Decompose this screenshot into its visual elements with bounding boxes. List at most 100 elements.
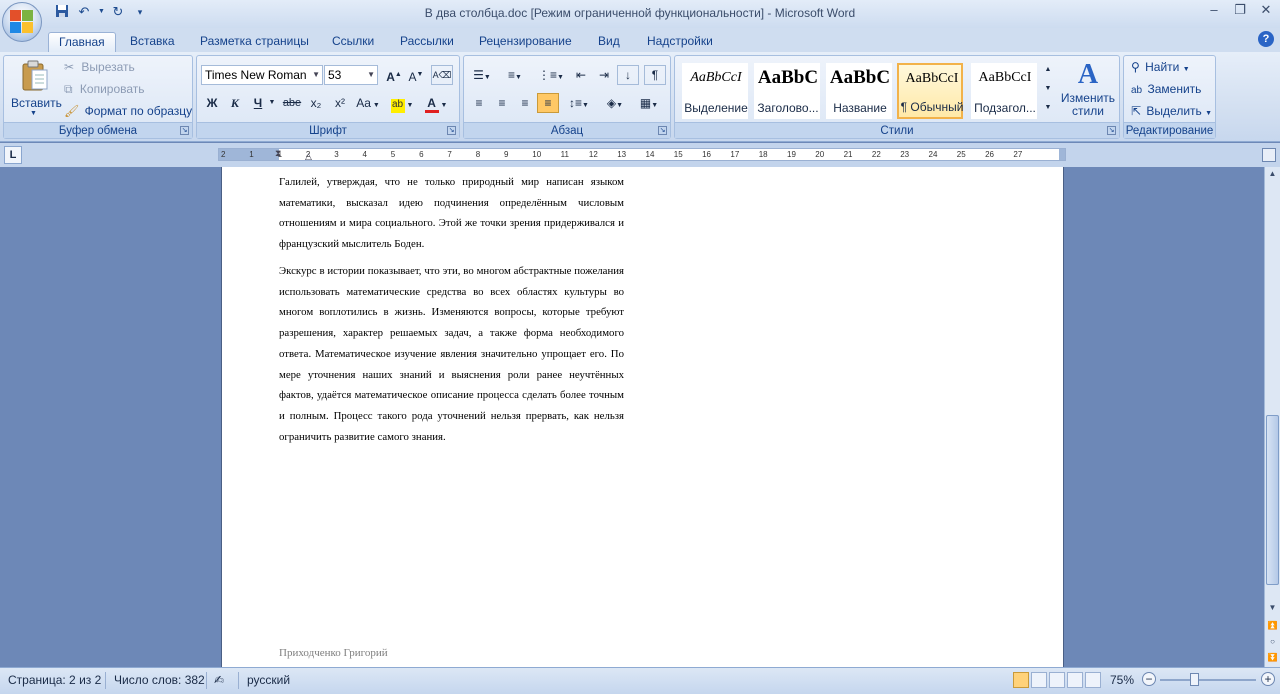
zoom-slider[interactable] <box>1160 679 1256 681</box>
restore-icon[interactable]: ❐ <box>1234 2 1246 18</box>
tab-insert[interactable]: Вставка <box>120 32 185 52</box>
style-sample: AaBbCcI <box>978 70 1032 85</box>
horizontal-ruler[interactable]: 2 1 1 2 3 4 5 6 7 8 9 10 11 12 13 14 15 16 17 18 19 20 21 22 23 2… <box>218 148 1066 161</box>
page-count-status[interactable]: Страница: 2 из 2 <box>8 673 101 687</box>
paragraph-1[interactable]: Галилей, утверждая, что не только природ… <box>279 172 624 255</box>
web-layout-view-icon[interactable] <box>1049 672 1065 688</box>
styles-scroll-down-icon[interactable]: ▼ <box>1041 80 1055 98</box>
zoom-out-icon[interactable]: − <box>1142 672 1156 686</box>
highlight-color-button[interactable]: ab ▼ <box>387 93 417 113</box>
outline-view-icon[interactable] <box>1067 672 1083 688</box>
spelling-check-icon[interactable]: ✍ <box>214 673 224 687</box>
clipboard-launcher-icon[interactable]: ↘ <box>180 126 189 135</box>
previous-page-icon[interactable]: ⏫ <box>1265 619 1280 633</box>
grow-font-icon[interactable]: A▲ <box>383 65 405 85</box>
zoom-slider-thumb[interactable] <box>1190 673 1199 686</box>
superscript-button[interactable]: x² <box>329 93 351 113</box>
change-styles-button[interactable]: A Изменить стили <box>1059 58 1117 122</box>
change-case-button[interactable]: Aa ▼ <box>354 93 382 113</box>
select-button[interactable]: ⇱ Выделить ▼ <box>1131 104 1212 118</box>
indent-marker[interactable]: ⧗ <box>275 149 281 158</box>
styles-launcher-icon[interactable]: ↘ <box>1107 126 1116 135</box>
paste-button[interactable]: Вставить ▼ <box>6 58 64 120</box>
style-subtitle[interactable]: AaBbCcI Подзагол... <box>971 63 1037 119</box>
zoom-in-icon[interactable]: + <box>1261 672 1275 686</box>
tab-mailings[interactable]: Рассылки <box>390 32 464 52</box>
tab-home[interactable]: Главная <box>48 32 116 52</box>
document-area[interactable]: Галилей, утверждая, что не только природ… <box>0 167 1264 667</box>
tab-references[interactable]: Ссылки <box>322 32 384 52</box>
font-name-value: Times New Roman <box>205 68 307 82</box>
sort-icon[interactable]: ↓ <box>617 65 639 85</box>
italic-button[interactable]: К <box>224 93 246 113</box>
office-button[interactable] <box>2 2 42 42</box>
underline-button[interactable]: Ч <box>247 93 269 113</box>
view-ruler-icon[interactable] <box>1262 148 1276 162</box>
next-page-icon[interactable]: ⏬ <box>1265 651 1280 665</box>
scroll-thumb[interactable] <box>1266 415 1279 585</box>
minimize-icon[interactable]: – <box>1208 2 1220 18</box>
copy-button[interactable]: ⧉ Копировать <box>64 82 145 97</box>
borders-icon[interactable]: ▦▼ <box>634 93 664 113</box>
underline-dropdown-icon[interactable]: ▼ <box>267 93 277 113</box>
font-size-combo[interactable]: 53 ▼ <box>324 65 378 85</box>
zoom-level[interactable]: 75% <box>1110 673 1134 687</box>
print-layout-view-icon[interactable] <box>1013 672 1029 688</box>
clear-formatting-icon[interactable]: A⌫ <box>431 65 453 85</box>
justify-icon[interactable]: ≡ <box>537 93 559 113</box>
font-launcher-icon[interactable]: ↘ <box>447 126 456 135</box>
style-name: ¶ Обычный <box>900 100 964 114</box>
draft-view-icon[interactable] <box>1085 672 1101 688</box>
style-emphasis[interactable]: AaBbCcI Выделение <box>682 63 748 119</box>
increase-indent-icon[interactable]: ⇥ <box>593 65 615 85</box>
style-heading[interactable]: AaBbC Заголово... <box>754 63 820 119</box>
ruler-number: 2 <box>221 150 226 159</box>
align-left-icon[interactable]: ≡ <box>468 93 490 113</box>
styles-group-label: Стили <box>675 122 1119 138</box>
tab-stop-marker[interactable]: △ <box>305 151 312 160</box>
browse-object-icon[interactable]: ○ <box>1265 635 1280 649</box>
full-screen-reading-view-icon[interactable] <box>1031 672 1047 688</box>
vertical-scrollbar[interactable]: ▲ ▼ ⏫ ○ ⏬ <box>1264 167 1280 667</box>
subscript-button[interactable]: x₂ <box>305 93 327 113</box>
replace-button[interactable]: ab Заменить <box>1131 82 1201 96</box>
align-center-icon[interactable]: ≡ <box>491 93 513 113</box>
word-count-status[interactable]: Число слов: 382 <box>114 673 205 687</box>
font-name-combo[interactable]: Times New Roman ▼ <box>201 65 323 85</box>
styles-scroll-up-icon[interactable]: ▲ <box>1041 61 1055 79</box>
tab-page-layout[interactable]: Разметка страницы <box>190 32 319 52</box>
style-title[interactable]: AaBbC Название <box>826 63 892 119</box>
close-icon[interactable]: ✕ <box>1260 2 1272 18</box>
tab-review[interactable]: Рецензирование <box>469 32 582 52</box>
bold-button[interactable]: Ж <box>201 93 223 113</box>
styles-more-icon[interactable]: ▼ <box>1041 99 1055 119</box>
font-color-button[interactable]: A ▼ <box>421 93 451 113</box>
align-right-icon[interactable]: ≡ <box>514 93 536 113</box>
tab-selector[interactable]: L <box>4 146 22 164</box>
shading-icon[interactable]: ◈▼ <box>600 93 630 113</box>
decrease-indent-icon[interactable]: ⇤ <box>570 65 592 85</box>
font-name-dropdown-icon: ▼ <box>312 70 320 79</box>
style-name: Заголово... <box>757 101 819 115</box>
show-marks-icon[interactable]: ¶ <box>644 65 666 85</box>
help-icon[interactable]: ? <box>1258 31 1274 47</box>
font-color-icon: A <box>424 97 439 113</box>
scroll-down-icon[interactable]: ▼ <box>1265 601 1280 615</box>
strikethrough-button[interactable]: abe <box>281 93 303 113</box>
scroll-up-icon[interactable]: ▲ <box>1265 167 1280 181</box>
multilevel-list-icon[interactable]: ⋮≡▼ <box>536 65 566 85</box>
bullets-icon[interactable]: ☰▼ <box>468 65 496 85</box>
numbering-icon[interactable]: ≡▼ <box>500 65 530 85</box>
paragraph-launcher-icon[interactable]: ↘ <box>658 126 667 135</box>
language-status[interactable]: русский <box>247 673 290 687</box>
cut-button[interactable]: ✂ Вырезать <box>64 60 135 74</box>
tab-view[interactable]: Вид <box>588 32 630 52</box>
line-spacing-icon[interactable]: ↕≡▼ <box>564 93 594 113</box>
format-painter-button[interactable]: 🖌 Формат по образцу <box>64 104 192 118</box>
tab-addins[interactable]: Надстройки <box>637 32 723 52</box>
paragraph-2[interactable]: Экскурс в истории показывает, что эти, в… <box>279 261 624 447</box>
find-button[interactable]: ⚲ Найти ▼ <box>1131 60 1190 74</box>
style-normal[interactable]: AaBbCcI ¶ Обычный <box>897 63 963 119</box>
shrink-font-icon[interactable]: A▼ <box>405 65 427 85</box>
page[interactable]: Галилей, утверждая, что не только природ… <box>221 167 1064 667</box>
